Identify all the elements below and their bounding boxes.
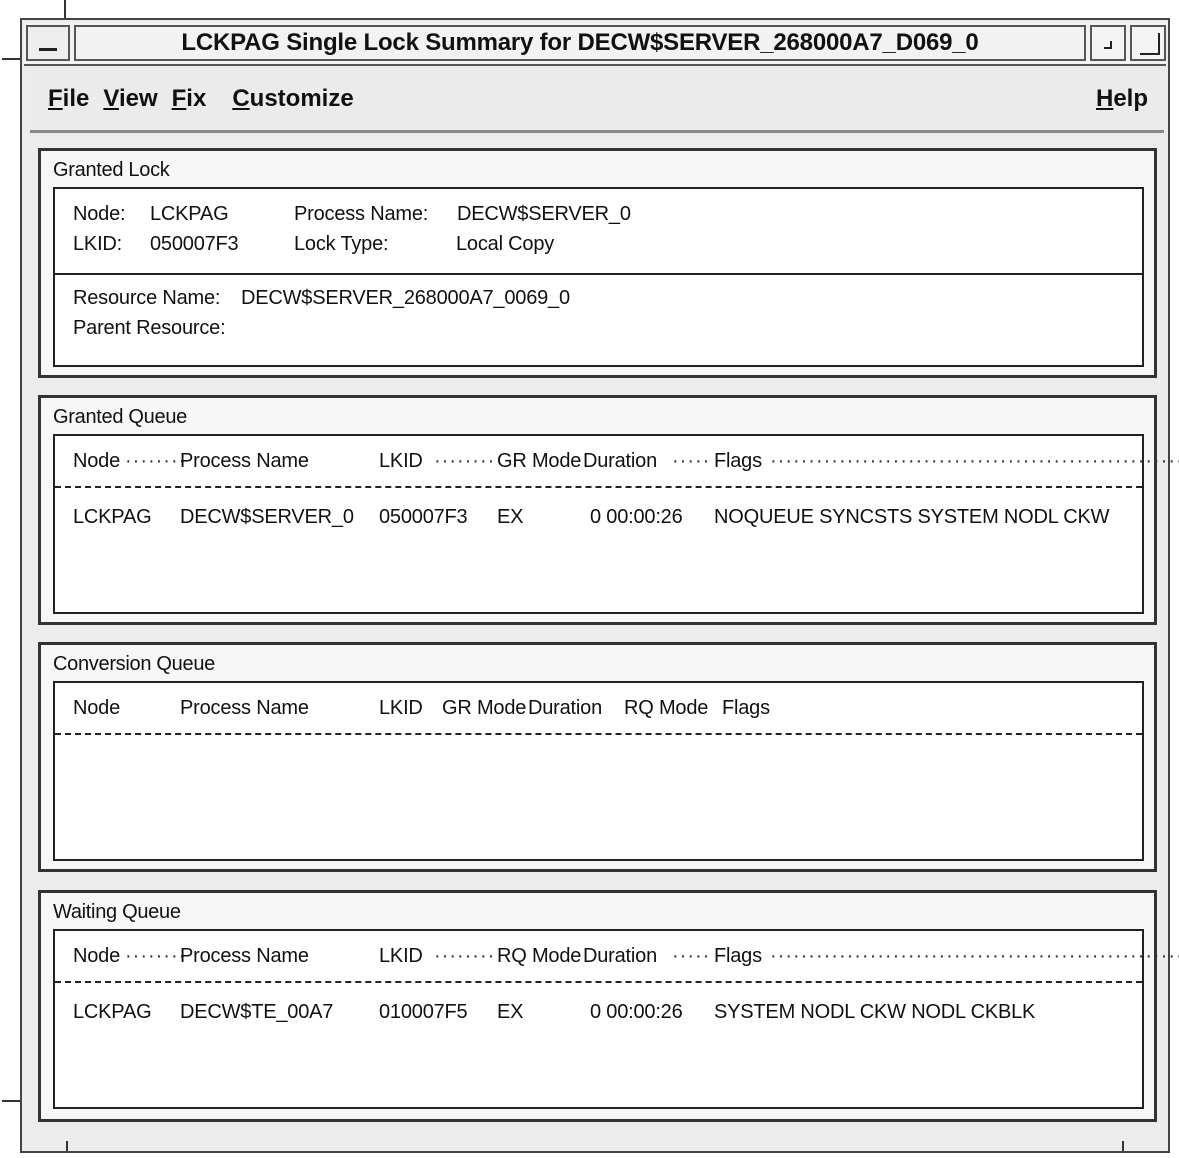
column-header-lkid[interactable]: LKID bbox=[379, 697, 423, 720]
minimize-button[interactable] bbox=[1090, 25, 1126, 61]
frame-tick bbox=[2, 58, 20, 60]
granted-queue-panel: Granted Queue Node ········ Process Name… bbox=[38, 395, 1179, 625]
waiting-queue-list[interactable]: Node ········ Process Name LKID ········… bbox=[53, 929, 1179, 1109]
column-header-duration[interactable]: Duration bbox=[583, 450, 657, 473]
column-header-gr-mode[interactable]: GR Mode bbox=[442, 697, 526, 720]
column-header-rq-mode[interactable]: RQ Mode bbox=[624, 697, 708, 720]
column-header-flags[interactable]: Flags bbox=[714, 945, 762, 968]
maximize-icon bbox=[1140, 33, 1160, 55]
maximize-button[interactable] bbox=[1130, 25, 1166, 61]
lock-type-label: Lock Type: bbox=[294, 233, 389, 255]
resource-name-value: DECW$SERVER_268000A7_0069_0 bbox=[241, 287, 570, 309]
cell-duration: 0 00:00:26 bbox=[590, 506, 683, 528]
header-divider bbox=[55, 733, 1142, 735]
panel-title: Granted Lock bbox=[53, 159, 170, 181]
header-divider bbox=[55, 486, 1142, 488]
header-leader: ········ bbox=[125, 945, 187, 967]
column-header-rq-mode[interactable]: RQ Mode bbox=[497, 945, 581, 968]
menu-customize[interactable]: Customize bbox=[232, 85, 353, 113]
waiting-queue-panel: Waiting Queue Node ········ Process Name… bbox=[38, 890, 1179, 1122]
title-bar[interactable]: LCKPAG Single Lock Summary for DECW$SERV… bbox=[24, 22, 1166, 66]
column-header-lkid[interactable]: LKID bbox=[379, 945, 423, 968]
column-header-flags[interactable]: Flags bbox=[722, 697, 770, 720]
header-leader: ····· bbox=[672, 945, 711, 967]
column-header-flags[interactable]: Flags bbox=[714, 450, 762, 473]
header-leader: ········ bbox=[434, 945, 496, 967]
column-header-lkid[interactable]: LKID bbox=[379, 450, 423, 473]
divider bbox=[55, 273, 1142, 275]
cell-flags: NOQUEUE SYNCSTS SYSTEM NODL CKW bbox=[714, 506, 1110, 528]
conversion-queue-list[interactable]: Node Process Name LKID GR Mode Duration … bbox=[53, 681, 1144, 861]
granted-lock-panel: Granted Lock Node: LCKPAG Process Name: … bbox=[38, 148, 1157, 378]
granted-queue-list[interactable]: Node ········ Process Name LKID ········… bbox=[53, 434, 1179, 614]
column-header-duration[interactable]: Duration bbox=[583, 945, 657, 968]
lock-summary-window: LCKPAG Single Lock Summary for DECW$SERV… bbox=[20, 18, 1179, 1153]
cell-lkid: 050007F3 bbox=[379, 506, 468, 528]
lock-type-value: Local Copy bbox=[456, 233, 555, 255]
cell-process-name: DECW$TE_00A7 bbox=[180, 1001, 334, 1023]
cell-node: LCKPAG bbox=[73, 1001, 152, 1023]
menu-view[interactable]: View bbox=[103, 85, 157, 113]
cell-process-name: DECW$SERVER_0 bbox=[180, 506, 354, 528]
node-value: LCKPAG bbox=[150, 203, 229, 225]
panel-title: Conversion Queue bbox=[53, 653, 215, 675]
header-leader: ····· bbox=[672, 450, 711, 472]
header-leader: ········ bbox=[434, 450, 496, 472]
column-header-process-name[interactable]: Process Name bbox=[180, 697, 309, 720]
cell-node: LCKPAG bbox=[73, 506, 152, 528]
frame-tick bbox=[2, 1100, 20, 1102]
granted-lock-details: Node: LCKPAG Process Name: DECW$SERVER_0… bbox=[53, 187, 1144, 367]
panel-title: Waiting Queue bbox=[53, 901, 181, 923]
node-label: Node: bbox=[73, 203, 126, 225]
menu-help[interactable]: Help bbox=[1096, 85, 1148, 113]
lkid-label: LKID: bbox=[73, 233, 123, 255]
column-header-process-name[interactable]: Process Name bbox=[180, 450, 309, 473]
column-header-node[interactable]: Node bbox=[73, 450, 120, 473]
cell-mode: EX bbox=[497, 1001, 524, 1023]
horizontal-resize-edge[interactable] bbox=[66, 1141, 1124, 1151]
menu-file[interactable]: File bbox=[48, 85, 89, 113]
menu-bar: File View Fix Customize Help bbox=[30, 68, 1164, 133]
panel-title: Granted Queue bbox=[53, 406, 187, 428]
window-title: LCKPAG Single Lock Summary for DECW$SERV… bbox=[74, 25, 1086, 61]
cell-mode: EX bbox=[497, 506, 524, 528]
header-divider bbox=[55, 981, 1142, 983]
resource-name-label: Resource Name: bbox=[73, 287, 221, 309]
header-leader: ········ bbox=[125, 450, 187, 472]
parent-resource-label: Parent Resource: bbox=[73, 317, 226, 339]
column-header-node[interactable]: Node bbox=[73, 697, 120, 720]
lkid-value: 050007F3 bbox=[150, 233, 239, 255]
window-menu-icon bbox=[39, 47, 57, 51]
process-name-value: DECW$SERVER_0 bbox=[457, 203, 631, 225]
conversion-queue-panel: Conversion Queue Node Process Name LKID … bbox=[38, 642, 1157, 872]
column-header-gr-mode[interactable]: GR Mode bbox=[497, 450, 581, 473]
menu-fix[interactable]: Fix bbox=[172, 85, 207, 113]
process-name-label: Process Name: bbox=[294, 203, 429, 225]
header-leader: ········································… bbox=[770, 945, 1179, 967]
column-header-node[interactable]: Node bbox=[73, 945, 120, 968]
cell-lkid: 010007F5 bbox=[379, 1001, 468, 1023]
column-header-duration[interactable]: Duration bbox=[528, 697, 602, 720]
window-menu-button[interactable] bbox=[26, 25, 70, 61]
header-leader: ········································… bbox=[770, 450, 1179, 472]
cell-flags: SYSTEM NODL CKW NODL CKBLK bbox=[714, 1001, 1036, 1023]
minimize-icon bbox=[1104, 41, 1112, 49]
column-header-process-name[interactable]: Process Name bbox=[180, 945, 309, 968]
frame-tick bbox=[64, 0, 66, 18]
cell-duration: 0 00:00:26 bbox=[590, 1001, 683, 1023]
